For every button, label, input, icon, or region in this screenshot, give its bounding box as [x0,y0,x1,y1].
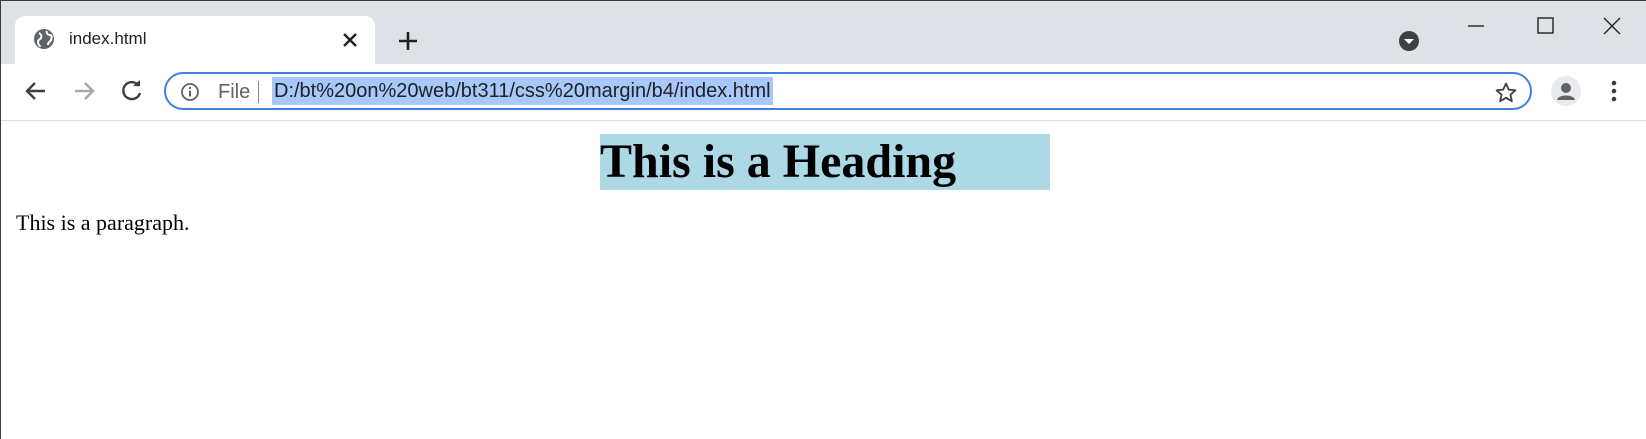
close-icon[interactable] [341,31,359,49]
forward-arrow-icon[interactable] [71,78,97,104]
tab-strip: index.html [1,0,1646,65]
globe-icon [33,28,55,50]
minimize-icon[interactable] [1465,15,1487,37]
info-icon[interactable] [180,82,200,102]
back-arrow-icon[interactable] [23,78,49,104]
divider [258,81,259,103]
page-heading: This is a Heading [600,134,1050,190]
maximize-icon[interactable] [1534,15,1556,37]
plus-icon[interactable] [396,29,420,53]
tab-index-html[interactable]: index.html [15,16,375,65]
more-vert-icon[interactable] [1601,78,1627,104]
browser-toolbar: File D:/bt%20on%20web/bt311/css%20margin… [1,64,1646,121]
star-icon[interactable] [1494,81,1518,105]
page-content: This is a Heading This is a paragraph. [1,121,1646,439]
scheme-label: File [218,81,251,103]
browser-window: index.html File D:/bt%20on%20web/bt311/c… [0,0,1646,439]
reload-icon[interactable] [119,78,145,104]
tab-title: index.html [69,29,147,48]
window-close-icon[interactable] [1601,15,1623,37]
chevron-down-icon[interactable] [1398,30,1420,52]
profile-avatar-icon[interactable] [1551,76,1581,106]
page-paragraph: This is a paragraph. [16,210,190,235]
address-bar[interactable]: File D:/bt%20on%20web/bt311/css%20margin… [164,72,1532,110]
url-text[interactable]: D:/bt%20on%20web/bt311/css%20margin/b4/i… [272,77,773,105]
